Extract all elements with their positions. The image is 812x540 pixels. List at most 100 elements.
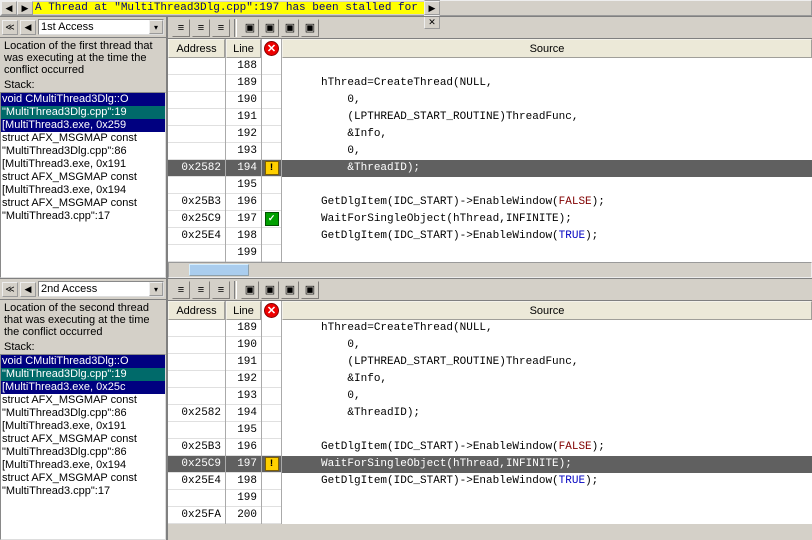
source-line[interactable]: WaitForSingleObject(hThread,INFINITE); <box>282 211 812 228</box>
line-cell: 193 <box>226 143 261 160</box>
source-line[interactable]: hThread=CreateThread(NULL, <box>282 320 812 337</box>
stack-row[interactable]: struct AFX_MSGMAP const <box>1 132 165 145</box>
source-header[interactable]: Source <box>282 301 812 320</box>
source-line[interactable]: GetDlgItem(IDC_START)->EnableWindow(FALS… <box>282 194 812 211</box>
stack-row[interactable]: struct AFX_MSGMAP const <box>1 394 165 407</box>
stack-list-1[interactable]: void CMultiThread3Dlg::O"MultiThread3Dlg… <box>0 92 166 278</box>
horizontal-scrollbar-1[interactable] <box>168 262 812 278</box>
tool-button-3[interactable]: ▣ <box>281 19 299 37</box>
source-line[interactable] <box>282 422 812 439</box>
source-line[interactable]: &ThreadID); <box>282 160 812 177</box>
marker-cell <box>262 58 281 75</box>
marker-cell <box>262 337 281 354</box>
source-line[interactable]: 0, <box>282 92 812 109</box>
stack-row[interactable]: struct AFX_MSGMAP const <box>1 197 165 210</box>
source-header[interactable]: Source <box>282 39 812 58</box>
address-cell: 0x25C9 <box>168 211 225 228</box>
address-header[interactable]: Address <box>168 39 225 58</box>
stack-row[interactable]: "MultiThread3Dlg.cpp":19 <box>1 106 165 119</box>
stack-list-2[interactable]: void CMultiThread3Dlg::O"MultiThread3Dlg… <box>0 354 166 540</box>
stack-row[interactable]: [MultiThread3.exe, 0x191 <box>1 158 165 171</box>
source-line[interactable]: GetDlgItem(IDC_START)->EnableWindow(FALS… <box>282 439 812 456</box>
tool-button-1b[interactable]: ▣ <box>241 281 259 299</box>
source-line[interactable]: 0, <box>282 337 812 354</box>
marker-cell <box>262 422 281 439</box>
line-cell: 200 <box>226 507 261 524</box>
address-cell <box>168 371 225 388</box>
source-line[interactable] <box>282 177 812 194</box>
stack-row[interactable]: "MultiThread3Dlg.cpp":86 <box>1 407 165 420</box>
source-line[interactable] <box>282 58 812 75</box>
nav-last-button[interactable]: ▶ <box>424 1 440 15</box>
source-line[interactable]: hThread=CreateThread(NULL, <box>282 75 812 92</box>
source-line[interactable]: (LPTHREAD_START_ROUTINE)ThreadFunc, <box>282 354 812 371</box>
history-back-all-button[interactable]: ≪ <box>2 20 18 35</box>
history-back-all-button-2[interactable]: ≪ <box>2 282 18 297</box>
align-left-button[interactable]: ≡ <box>172 19 190 37</box>
tool-button-4b[interactable]: ▣ <box>301 281 319 299</box>
history-back-button[interactable]: ◀ <box>20 20 36 35</box>
marker-cell <box>262 177 281 194</box>
address-cell <box>168 337 225 354</box>
line-cell: 196 <box>226 439 261 456</box>
stack-row[interactable]: "MultiThread3.cpp":17 <box>1 210 165 223</box>
nav-prev-button[interactable]: ◀ <box>1 1 17 15</box>
stack-row[interactable]: void CMultiThread3Dlg::O <box>1 93 165 106</box>
close-column-button[interactable]: ✕ <box>264 41 279 56</box>
marker-cell: ✓ <box>262 211 281 228</box>
access-dropdown-2[interactable]: 2nd Access ▾ <box>38 281 164 297</box>
align-center-button[interactable]: ≡ <box>192 19 210 37</box>
source-line[interactable]: &Info, <box>282 371 812 388</box>
stack-row[interactable]: "MultiThread3.cpp":17 <box>1 485 165 498</box>
tool-button-4[interactable]: ▣ <box>301 19 319 37</box>
address-cell <box>168 320 225 337</box>
tool-button-3b[interactable]: ▣ <box>281 281 299 299</box>
tool-button-2b[interactable]: ▣ <box>261 281 279 299</box>
source-line[interactable]: 0, <box>282 143 812 160</box>
stack-row[interactable]: [MultiThread3.exe, 0x194 <box>1 184 165 197</box>
line-cell: 191 <box>226 109 261 126</box>
stack-row[interactable]: [MultiThread3.exe, 0x194 <box>1 459 165 472</box>
stack-row[interactable]: [MultiThread3.exe, 0x259 <box>1 119 165 132</box>
history-back-button-2[interactable]: ◀ <box>20 282 36 297</box>
source-line[interactable] <box>282 245 812 262</box>
align-right-button[interactable]: ≡ <box>212 19 230 37</box>
marker-cell <box>262 507 281 524</box>
dropdown-arrow-icon-2[interactable]: ▾ <box>149 282 163 296</box>
tool-button-1[interactable]: ▣ <box>241 19 259 37</box>
address-header[interactable]: Address <box>168 301 225 320</box>
source-panel-1: ≡ ≡ ≡ ▣ ▣ ▣ ▣ Address0x25820x25B30x25C90… <box>168 17 812 278</box>
stack-row[interactable]: struct AFX_MSGMAP const <box>1 472 165 485</box>
line-cell: 189 <box>226 75 261 92</box>
align-right-button-2[interactable]: ≡ <box>212 281 230 299</box>
source-line[interactable]: &Info, <box>282 126 812 143</box>
address-cell <box>168 245 225 262</box>
source-line[interactable]: GetDlgItem(IDC_START)->EnableWindow(TRUE… <box>282 473 812 490</box>
stack-row[interactable]: [MultiThread3.exe, 0x25c <box>1 381 165 394</box>
align-left-button-2[interactable]: ≡ <box>172 281 190 299</box>
dropdown-arrow-icon[interactable]: ▾ <box>149 20 163 34</box>
nav-next-button[interactable]: ▶ <box>17 1 33 15</box>
stack-row[interactable]: "MultiThread3Dlg.cpp":86 <box>1 145 165 158</box>
marker-cell <box>262 439 281 456</box>
stack-row[interactable]: void CMultiThread3Dlg::O <box>1 355 165 368</box>
address-cell <box>168 92 225 109</box>
source-line[interactable]: (LPTHREAD_START_ROUTINE)ThreadFunc, <box>282 109 812 126</box>
line-header[interactable]: Line <box>226 301 261 320</box>
stack-row[interactable]: struct AFX_MSGMAP const <box>1 171 165 184</box>
tool-button-2[interactable]: ▣ <box>261 19 279 37</box>
source-line[interactable]: 0, <box>282 388 812 405</box>
close-column-button[interactable]: ✕ <box>264 303 279 318</box>
stack-row[interactable]: "MultiThread3Dlg.cpp":86 <box>1 446 165 459</box>
source-line[interactable]: GetDlgItem(IDC_START)->EnableWindow(TRUE… <box>282 228 812 245</box>
line-header[interactable]: Line <box>226 39 261 58</box>
marker-cell <box>262 228 281 245</box>
access-dropdown-1[interactable]: 1st Access ▾ <box>38 19 164 35</box>
source-line[interactable]: &ThreadID); <box>282 405 812 422</box>
source-line[interactable]: WaitForSingleObject(hThread,INFINITE); <box>282 456 812 473</box>
warning-icon: ! <box>265 161 279 175</box>
stack-row[interactable]: "MultiThread3Dlg.cpp":19 <box>1 368 165 381</box>
align-center-button-2[interactable]: ≡ <box>192 281 210 299</box>
stack-row[interactable]: struct AFX_MSGMAP const <box>1 433 165 446</box>
stack-row[interactable]: [MultiThread3.exe, 0x191 <box>1 420 165 433</box>
